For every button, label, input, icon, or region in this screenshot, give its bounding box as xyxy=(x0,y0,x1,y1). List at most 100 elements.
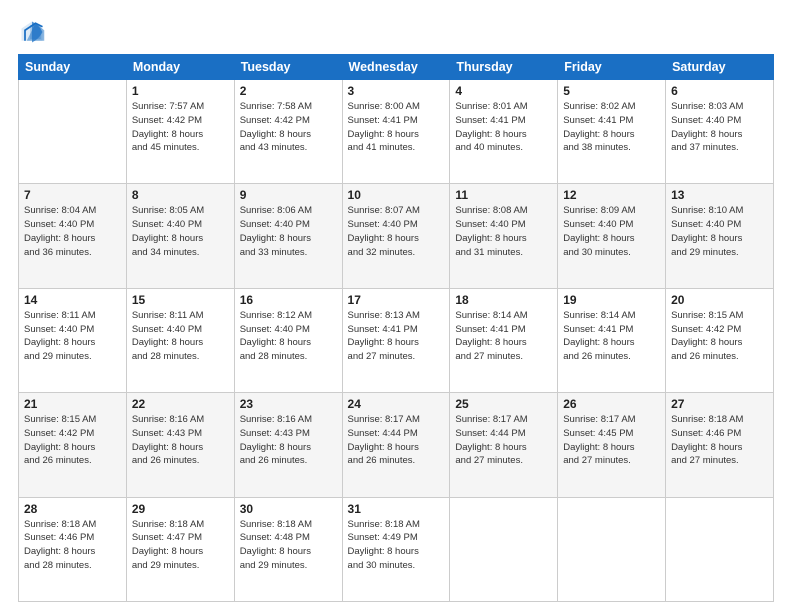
day-info: Sunrise: 8:14 AMSunset: 4:41 PMDaylight:… xyxy=(563,309,660,364)
day-info: Sunrise: 8:02 AMSunset: 4:41 PMDaylight:… xyxy=(563,100,660,155)
day-info: Sunrise: 8:07 AMSunset: 4:40 PMDaylight:… xyxy=(348,204,445,259)
header xyxy=(18,18,774,46)
calendar-cell: 30 Sunrise: 8:18 AMSunset: 4:48 PMDayligh… xyxy=(234,497,342,601)
day-info: Sunrise: 8:09 AMSunset: 4:40 PMDaylight:… xyxy=(563,204,660,259)
logo xyxy=(18,18,49,46)
calendar-cell: 24Sunrise: 8:17 AMSunset: 4:44 PMDayligh… xyxy=(342,393,450,497)
day-info: Sunrise: 8:06 AMSunset: 4:40 PMDaylight:… xyxy=(240,204,337,259)
day-info: Sunrise: 8:16 AMSunset: 4:43 PMDaylight:… xyxy=(132,413,229,468)
day-number: 21 xyxy=(24,397,121,411)
day-number: 27 xyxy=(671,397,768,411)
calendar-cell: 19 Sunrise: 8:14 AMSunset: 4:41 PMDayligh… xyxy=(558,288,666,392)
day-info: Sunrise: 8:03 AMSunset: 4:40 PMDaylight:… xyxy=(671,100,768,155)
day-number: 1 xyxy=(132,84,229,98)
day-number: 25 xyxy=(455,397,552,411)
calendar-cell: 20 Sunrise: 8:15 AMSunset: 4:42 PMDayligh… xyxy=(666,288,774,392)
calendar-cell: 15Sunrise: 8:11 AMSunset: 4:40 PMDayligh… xyxy=(126,288,234,392)
calendar-cell: 23 Sunrise: 8:16 AMSunset: 4:43 PMDayligh… xyxy=(234,393,342,497)
day-info: Sunrise: 8:01 AMSunset: 4:41 PMDaylight:… xyxy=(455,100,552,155)
day-number: 16 xyxy=(240,293,337,307)
day-number: 5 xyxy=(563,84,660,98)
week-row-5: 28 Sunrise: 8:18 AMSunset: 4:46 PMDayligh… xyxy=(19,497,774,601)
day-info: Sunrise: 8:14 AMSunset: 4:41 PMDaylight:… xyxy=(455,309,552,364)
day-info: Sunrise: 8:18 AMSunset: 4:46 PMDaylight:… xyxy=(24,518,121,573)
day-number: 7 xyxy=(24,188,121,202)
day-number: 12 xyxy=(563,188,660,202)
calendar-cell: 4Sunrise: 8:01 AMSunset: 4:41 PMDaylight… xyxy=(450,80,558,184)
calendar-cell: 28 Sunrise: 8:18 AMSunset: 4:46 PMDayligh… xyxy=(19,497,127,601)
week-row-4: 21Sunrise: 8:15 AMSunset: 4:42 PMDayligh… xyxy=(19,393,774,497)
calendar-cell: 14 Sunrise: 8:11 AMSunset: 4:40 PMDayligh… xyxy=(19,288,127,392)
day-number: 14 xyxy=(24,293,121,307)
calendar-cell: 8Sunrise: 8:05 AMSunset: 4:40 PMDaylight… xyxy=(126,184,234,288)
day-info: Sunrise: 8:05 AMSunset: 4:40 PMDaylight:… xyxy=(132,204,229,259)
calendar-cell: 9Sunrise: 8:06 AMSunset: 4:40 PMDaylight… xyxy=(234,184,342,288)
day-number: 13 xyxy=(671,188,768,202)
calendar-cell: 21Sunrise: 8:15 AMSunset: 4:42 PMDayligh… xyxy=(19,393,127,497)
day-info: Sunrise: 8:18 AMSunset: 4:46 PMDaylight:… xyxy=(671,413,768,468)
weekday-header-thursday: Thursday xyxy=(450,55,558,80)
day-number: 28 xyxy=(24,502,121,516)
day-info: Sunrise: 8:15 AMSunset: 4:42 PMDaylight:… xyxy=(671,309,768,364)
day-number: 2 xyxy=(240,84,337,98)
calendar-cell: 16 Sunrise: 8:12 AMSunset: 4:40 PMDayligh… xyxy=(234,288,342,392)
weekday-header-monday: Monday xyxy=(126,55,234,80)
calendar-cell xyxy=(19,80,127,184)
day-info: Sunrise: 8:12 AMSunset: 4:40 PMDaylight:… xyxy=(240,309,337,364)
weekday-header-saturday: Saturday xyxy=(666,55,774,80)
calendar-cell: 3 Sunrise: 8:00 AMSunset: 4:41 PMDaylight… xyxy=(342,80,450,184)
calendar-cell: 2 Sunrise: 7:58 AMSunset: 4:42 PMDaylight… xyxy=(234,80,342,184)
day-info: Sunrise: 8:10 AMSunset: 4:40 PMDaylight:… xyxy=(671,204,768,259)
day-number: 10 xyxy=(348,188,445,202)
day-info: Sunrise: 7:58 AMSunset: 4:42 PMDaylight:… xyxy=(240,100,337,155)
day-info: Sunrise: 8:11 AMSunset: 4:40 PMDaylight:… xyxy=(132,309,229,364)
week-row-1: 1Sunrise: 7:57 AMSunset: 4:42 PMDaylight… xyxy=(19,80,774,184)
day-info: Sunrise: 8:18 AMSunset: 4:47 PMDaylight:… xyxy=(132,518,229,573)
day-number: 26 xyxy=(563,397,660,411)
page: SundayMondayTuesdayWednesdayThursdayFrid… xyxy=(0,0,792,612)
calendar-cell: 5 Sunrise: 8:02 AMSunset: 4:41 PMDaylight… xyxy=(558,80,666,184)
day-info: Sunrise: 8:00 AMSunset: 4:41 PMDaylight:… xyxy=(348,100,445,155)
calendar-cell xyxy=(450,497,558,601)
day-number: 23 xyxy=(240,397,337,411)
day-number: 20 xyxy=(671,293,768,307)
calendar-cell: 7 Sunrise: 8:04 AMSunset: 4:40 PMDaylight… xyxy=(19,184,127,288)
calendar-cell: 12 Sunrise: 8:09 AMSunset: 4:40 PMDayligh… xyxy=(558,184,666,288)
day-info: Sunrise: 8:16 AMSunset: 4:43 PMDaylight:… xyxy=(240,413,337,468)
day-number: 29 xyxy=(132,502,229,516)
day-info: Sunrise: 8:11 AMSunset: 4:40 PMDaylight:… xyxy=(24,309,121,364)
logo-icon xyxy=(18,18,46,46)
calendar-cell: 26Sunrise: 8:17 AMSunset: 4:45 PMDayligh… xyxy=(558,393,666,497)
day-number: 17 xyxy=(348,293,445,307)
day-number: 22 xyxy=(132,397,229,411)
calendar-cell: 13 Sunrise: 8:10 AMSunset: 4:40 PMDayligh… xyxy=(666,184,774,288)
calendar-cell: 17 Sunrise: 8:13 AMSunset: 4:41 PMDayligh… xyxy=(342,288,450,392)
day-info: Sunrise: 8:13 AMSunset: 4:41 PMDaylight:… xyxy=(348,309,445,364)
day-number: 3 xyxy=(348,84,445,98)
day-number: 30 xyxy=(240,502,337,516)
calendar-cell xyxy=(558,497,666,601)
day-info: Sunrise: 8:17 AMSunset: 4:44 PMDaylight:… xyxy=(455,413,552,468)
calendar-cell: 1Sunrise: 7:57 AMSunset: 4:42 PMDaylight… xyxy=(126,80,234,184)
calendar-cell: 11Sunrise: 8:08 AMSunset: 4:40 PMDayligh… xyxy=(450,184,558,288)
weekday-header-friday: Friday xyxy=(558,55,666,80)
calendar-cell: 29 Sunrise: 8:18 AMSunset: 4:47 PMDayligh… xyxy=(126,497,234,601)
day-info: Sunrise: 8:04 AMSunset: 4:40 PMDaylight:… xyxy=(24,204,121,259)
calendar-cell: 25 Sunrise: 8:17 AMSunset: 4:44 PMDayligh… xyxy=(450,393,558,497)
calendar-table: SundayMondayTuesdayWednesdayThursdayFrid… xyxy=(18,54,774,602)
day-number: 19 xyxy=(563,293,660,307)
weekday-header-tuesday: Tuesday xyxy=(234,55,342,80)
calendar-cell: 27 Sunrise: 8:18 AMSunset: 4:46 PMDayligh… xyxy=(666,393,774,497)
calendar-cell: 22 Sunrise: 8:16 AMSunset: 4:43 PMDayligh… xyxy=(126,393,234,497)
weekday-header-row: SundayMondayTuesdayWednesdayThursdayFrid… xyxy=(19,55,774,80)
day-number: 11 xyxy=(455,188,552,202)
week-row-3: 14 Sunrise: 8:11 AMSunset: 4:40 PMDayligh… xyxy=(19,288,774,392)
week-row-2: 7 Sunrise: 8:04 AMSunset: 4:40 PMDaylight… xyxy=(19,184,774,288)
day-info: Sunrise: 8:18 AMSunset: 4:48 PMDaylight:… xyxy=(240,518,337,573)
day-info: Sunrise: 8:18 AMSunset: 4:49 PMDaylight:… xyxy=(348,518,445,573)
day-info: Sunrise: 8:17 AMSunset: 4:44 PMDaylight:… xyxy=(348,413,445,468)
calendar-cell: 10 Sunrise: 8:07 AMSunset: 4:40 PMDayligh… xyxy=(342,184,450,288)
calendar-cell: 18Sunrise: 8:14 AMSunset: 4:41 PMDayligh… xyxy=(450,288,558,392)
calendar-cell xyxy=(666,497,774,601)
calendar-cell: 31Sunrise: 8:18 AMSunset: 4:49 PMDayligh… xyxy=(342,497,450,601)
